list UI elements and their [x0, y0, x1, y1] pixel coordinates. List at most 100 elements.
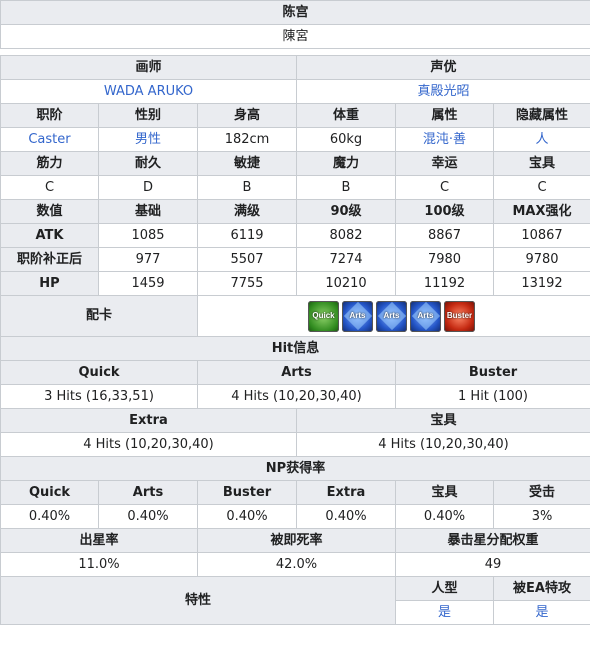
buster-card-icon: Buster — [444, 300, 475, 332]
cards-cell: Quick Arts Arts Arts Buster — [196, 295, 590, 337]
stats-cell: 7755 — [197, 271, 297, 296]
hits-col-header: Extra — [0, 408, 297, 433]
arts-card-icon: Arts — [376, 300, 407, 332]
gender-link[interactable]: 男性 — [135, 132, 161, 147]
stats-cell: 7274 — [296, 247, 396, 272]
profile-header: 体重 — [296, 103, 396, 128]
command-card-deck: Quick Arts Arts Arts Buster — [199, 297, 590, 335]
stats-header: 90级 — [296, 199, 396, 224]
profile-header: 隐藏属性 — [492, 103, 590, 128]
profile-header: 属性 — [395, 103, 494, 128]
param-header: 宝具 — [492, 151, 590, 176]
cards-header: 配卡 — [0, 295, 198, 337]
stats-cell: 8082 — [296, 223, 396, 248]
card-label: Arts — [417, 311, 434, 320]
stats-row-label: 职阶补正后 — [0, 247, 99, 272]
stats-cell: 9780 — [492, 247, 590, 272]
param-value: C — [492, 175, 590, 200]
profile-header: 性别 — [98, 103, 198, 128]
servant-name-cn: 陈宫 — [0, 0, 590, 25]
traits-header: 特性 — [0, 576, 396, 625]
traits-col-header: 被EA特攻 — [492, 576, 590, 601]
stats-header: 满级 — [197, 199, 297, 224]
weight-value: 60kg — [296, 127, 396, 152]
hits-col-header: 宝具 — [295, 408, 590, 433]
param-value: C — [0, 175, 99, 200]
stats-cell: 7980 — [395, 247, 494, 272]
stats-cell: 11192 — [395, 271, 494, 296]
param-value: B — [197, 175, 297, 200]
param-header: 耐久 — [98, 151, 198, 176]
illustrator-header: 画师 — [0, 55, 297, 80]
stats-row-label: HP — [0, 271, 99, 296]
hidden-attribute-link[interactable]: 人 — [536, 132, 549, 147]
servant-info-table: 陈宫 陳宮 画师 声优 WADA ARUKO 真殿光昭 职阶 性别 身高 体重 … — [0, 0, 590, 625]
stars-value: 42.0% — [197, 552, 396, 577]
stats-header: 基础 — [98, 199, 198, 224]
stats-cell: 1085 — [98, 223, 198, 248]
stars-col-header: 出星率 — [0, 528, 198, 553]
traits-col-header: 人型 — [395, 576, 494, 601]
hits-value: 4 Hits (10,20,30,40) — [0, 432, 297, 457]
np-value: 0.40% — [296, 504, 396, 529]
stars-col-header: 暴击星分配权重 — [394, 528, 590, 553]
weak-to-ea-trait-link[interactable]: 是 — [536, 605, 549, 620]
param-header: 筋力 — [0, 151, 99, 176]
hits-col-header: Quick — [0, 360, 198, 385]
profile-header: 职阶 — [0, 103, 99, 128]
quick-card-icon: Quick — [308, 300, 339, 332]
np-value: 0.40% — [197, 504, 297, 529]
card-label: Quick — [312, 311, 335, 320]
param-value: D — [98, 175, 198, 200]
arts-card-icon: Arts — [410, 300, 441, 332]
stats-header: 100级 — [395, 199, 494, 224]
class-link[interactable]: Caster — [28, 132, 70, 147]
hits-col-header: Arts — [197, 360, 396, 385]
card-label: Buster — [446, 311, 473, 320]
np-col-header: Quick — [0, 480, 99, 505]
stats-header: MAX强化 — [492, 199, 590, 224]
stats-cell: 977 — [98, 247, 198, 272]
card-label: Arts — [383, 311, 400, 320]
stars-value: 49 — [394, 552, 590, 577]
param-header: 魔力 — [296, 151, 396, 176]
np-value: 3% — [492, 504, 590, 529]
arts-card-icon: Arts — [342, 300, 373, 332]
stats-cell: 10867 — [492, 223, 590, 248]
stars-col-header: 被即死率 — [197, 528, 396, 553]
stats-cell: 6119 — [197, 223, 297, 248]
voice-actor-link[interactable]: 真殿光昭 — [418, 84, 470, 99]
np-col-header: Buster — [197, 480, 297, 505]
np-col-header: Arts — [98, 480, 198, 505]
np-col-header: 受击 — [492, 480, 590, 505]
hits-value: 3 Hits (16,33,51) — [0, 384, 198, 409]
hits-col-header: Buster — [394, 360, 590, 385]
param-value: B — [296, 175, 396, 200]
stats-cell: 13192 — [492, 271, 590, 296]
spacer — [0, 48, 590, 56]
np-col-header: 宝具 — [395, 480, 494, 505]
stars-value: 11.0% — [0, 552, 198, 577]
hits-value: 4 Hits (10,20,30,40) — [197, 384, 396, 409]
param-header: 敏捷 — [197, 151, 297, 176]
stats-header: 数值 — [0, 199, 99, 224]
profile-header: 身高 — [197, 103, 297, 128]
height-value: 182cm — [197, 127, 297, 152]
np-value: 0.40% — [98, 504, 198, 529]
stats-row-label: ATK — [0, 223, 99, 248]
alignment-link[interactable]: 混沌·善 — [423, 132, 466, 147]
illustrator-link[interactable]: WADA ARUKO — [104, 84, 193, 99]
np-value: 0.40% — [0, 504, 99, 529]
stats-cell: 8867 — [395, 223, 494, 248]
np-col-header: Extra — [296, 480, 396, 505]
np-value: 0.40% — [395, 504, 494, 529]
voice-actor-header: 声优 — [295, 55, 590, 80]
servant-name-jp: 陳宮 — [0, 24, 590, 49]
stats-cell: 5507 — [197, 247, 297, 272]
card-label: Arts — [349, 311, 366, 320]
stats-cell: 10210 — [296, 271, 396, 296]
param-value: C — [395, 175, 494, 200]
humanoid-trait-link[interactable]: 是 — [438, 605, 451, 620]
hits-value: 4 Hits (10,20,30,40) — [295, 432, 590, 457]
np-header: NP获得率 — [0, 456, 590, 481]
